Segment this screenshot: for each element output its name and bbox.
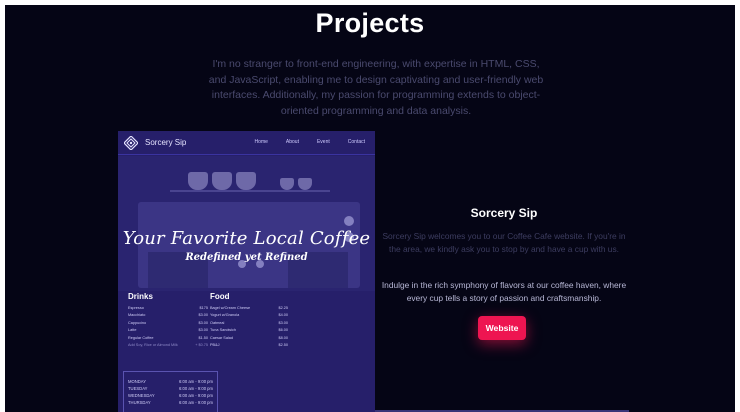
project-preview-image[interactable]: Sorcery Sip Home About Event Contact [Es… — [118, 131, 375, 412]
preview-nav-contact: Contact — [347, 139, 365, 145]
food-menu: Food Bagel w/Cream Cheese $2.25 Yogurt w/… — [210, 292, 288, 349]
hours-row: THURSDAY 6:00 am - 9:00 pm — [128, 400, 213, 405]
menu-item: Regular Coffee $1.50 — [128, 335, 208, 340]
project-title: Sorcery Sip — [470, 206, 538, 220]
machine-knob — [344, 216, 354, 226]
drinks-menu: Drinks Espresso $175 Macchiato $3.00 Cappu… — [128, 292, 208, 349]
preview-navbar: Sorcery Sip Home About Event Contact — [118, 131, 375, 155]
project-description-primary: Sorcery Sip welcomes you to our Coffee C… — [382, 231, 626, 255]
food-heading: Food — [210, 292, 230, 301]
preview-hero: [Espresso] Your Favorite Local Coffee Re… — [118, 156, 375, 291]
preview-brand: Sorcery Sip — [145, 138, 187, 147]
cup-shape — [280, 178, 294, 190]
menu-item: Bagel w/Cream Cheese $2.25 — [210, 306, 288, 310]
section-title: Projects — [315, 8, 425, 38]
cup-shape — [212, 172, 232, 190]
cup-shape — [236, 172, 256, 190]
diamond-logo-icon — [124, 136, 138, 150]
menu-item: PB&J $2.50 — [210, 343, 288, 348]
preview-nav-event: Event — [316, 139, 330, 145]
hours-row: MONDAY 6:00 am - 9:00 pm — [128, 379, 213, 384]
menu-item: Yogurt w/Granola $4.00 — [210, 313, 288, 318]
menu-item: Latte $3.00 — [128, 328, 208, 333]
preview-nav-links: Home About Event Contact — [255, 139, 365, 145]
menu-item: Tuna Sandwich $6.00 — [210, 328, 288, 333]
menu-item: Macchiato $3.00 — [128, 313, 208, 318]
menu-item: Cappucino $3.00 — [128, 320, 208, 325]
preview-nav-home: Home — [254, 139, 268, 145]
hours-row: TUESDAY 6:00 am - 9:00 pm — [128, 386, 213, 391]
preview-hero-subtitle: Redefined yet Refined — [185, 252, 308, 263]
website-button[interactable]: Website — [478, 316, 526, 340]
project-description-secondary: Indulge in the rich symphony of flavors … — [381, 280, 627, 304]
section-intro: I'm no stranger to front-end engineering… — [208, 58, 544, 117]
shelf-line — [170, 190, 330, 192]
menu-item: Oatmeal $3.00 — [210, 320, 288, 325]
menu-item: Add Soy, Rice or Almond Milk + $0.75 — [128, 343, 208, 348]
menu-item: Espresso $175 — [128, 306, 208, 310]
menu-item: Caesar Salad $8.00 — [210, 335, 288, 340]
preview-nav-about: About — [285, 139, 299, 145]
drinks-heading: Drinks — [128, 292, 153, 301]
preview-hero-title: Your Favorite Local Coffee — [122, 228, 371, 249]
cup-shelf — [170, 170, 330, 192]
cup-shape — [298, 178, 312, 190]
projects-section: Projects I'm no stranger to front-end en… — [5, 5, 735, 412]
opening-hours: MONDAY 6:00 am - 9:00 pm TUESDAY 6:00 am -… — [123, 371, 218, 412]
cup-shape — [188, 172, 208, 190]
hours-row: WEDNESDAY 6:00 am - 9:00 pm — [128, 393, 213, 398]
